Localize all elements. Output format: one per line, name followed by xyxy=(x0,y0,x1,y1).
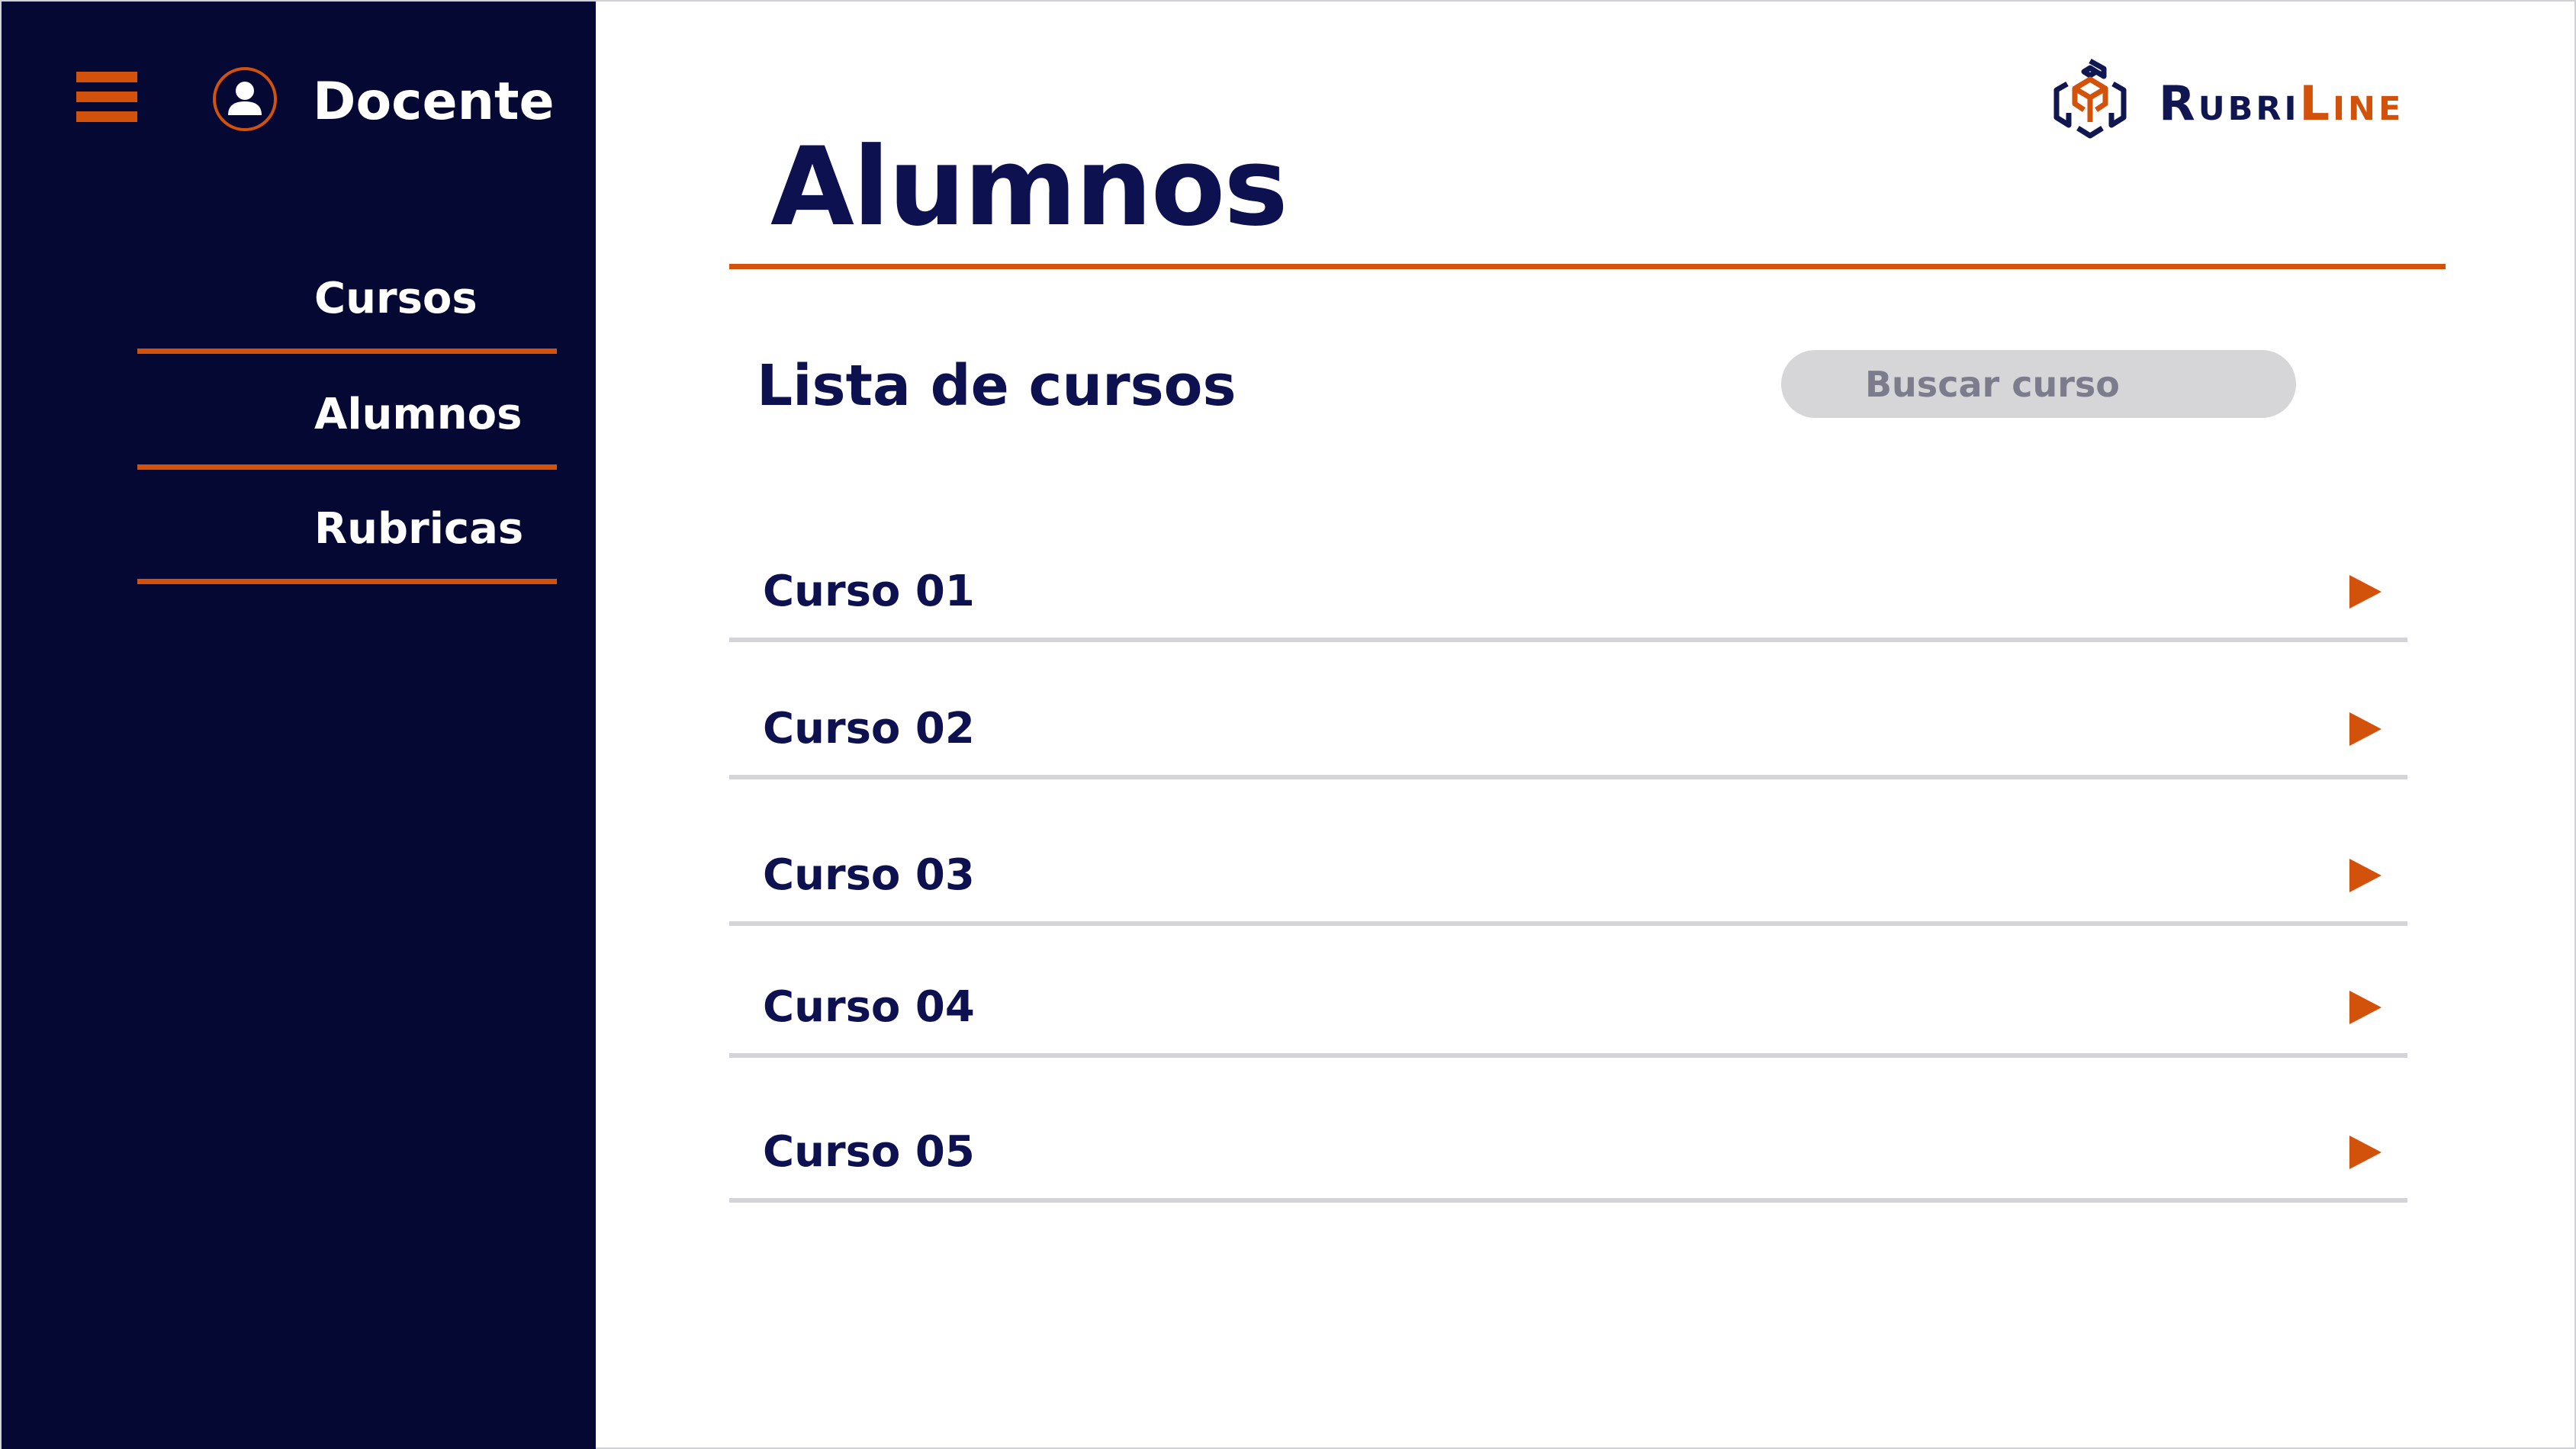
sidebar-item-label: Rubricas xyxy=(314,504,524,554)
play-arrow-icon[interactable] xyxy=(2349,859,2381,892)
user-name: Docente xyxy=(313,72,555,132)
course-name: Curso 01 xyxy=(763,567,975,616)
rubriline-logo-icon xyxy=(2053,58,2127,139)
list-item[interactable]: Curso 03 xyxy=(729,819,2407,926)
sidebar-item-cursos[interactable]: Cursos xyxy=(137,239,557,354)
sidebar-item-divider xyxy=(137,579,557,584)
play-arrow-icon[interactable] xyxy=(2349,1136,2381,1169)
row-divider xyxy=(729,1053,2407,1058)
course-name: Curso 02 xyxy=(763,704,975,753)
list-item[interactable]: Curso 04 xyxy=(729,951,2407,1058)
sidebar-item-label: Cursos xyxy=(314,274,478,323)
search-input[interactable] xyxy=(1781,350,2296,418)
brand-wordmark-part1: Rubri xyxy=(2159,76,2300,131)
brand-wordmark-part2: Line xyxy=(2299,76,2404,131)
section-title: Lista de cursos xyxy=(757,353,1237,419)
sidebar-item-alumnos[interactable]: Alumnos xyxy=(137,355,557,470)
play-arrow-icon[interactable] xyxy=(2349,712,2381,746)
hamburger-menu-icon[interactable] xyxy=(76,72,137,122)
sidebar-item-label: Alumnos xyxy=(314,390,523,439)
row-divider xyxy=(729,921,2407,926)
row-divider xyxy=(729,775,2407,779)
sidebar-item-divider xyxy=(137,464,557,470)
row-divider xyxy=(729,1198,2407,1203)
brand-wordmark: RubriLine xyxy=(2159,73,2404,134)
play-arrow-icon[interactable] xyxy=(2349,991,2381,1024)
title-divider xyxy=(729,264,2446,269)
sidebar: Docente Cursos Alumnos Rubricas xyxy=(2,2,596,1449)
play-arrow-icon[interactable] xyxy=(2349,575,2381,609)
course-name: Curso 05 xyxy=(763,1127,975,1177)
row-divider xyxy=(729,638,2407,642)
list-item[interactable]: Curso 05 xyxy=(729,1096,2407,1203)
app-window: Docente Cursos Alumnos Rubricas RubriLin… xyxy=(0,0,2576,1449)
list-item[interactable]: Curso 01 xyxy=(729,535,2407,642)
course-name: Curso 03 xyxy=(763,850,975,900)
course-name: Curso 04 xyxy=(763,982,975,1032)
sidebar-item-divider xyxy=(137,349,557,354)
user-avatar-icon[interactable] xyxy=(212,66,278,132)
page-title: Alumnos xyxy=(770,124,1288,250)
sidebar-item-rubricas[interactable]: Rubricas xyxy=(137,470,557,584)
brand-logo: RubriLine xyxy=(2050,58,2447,145)
list-item[interactable]: Curso 02 xyxy=(729,673,2407,779)
